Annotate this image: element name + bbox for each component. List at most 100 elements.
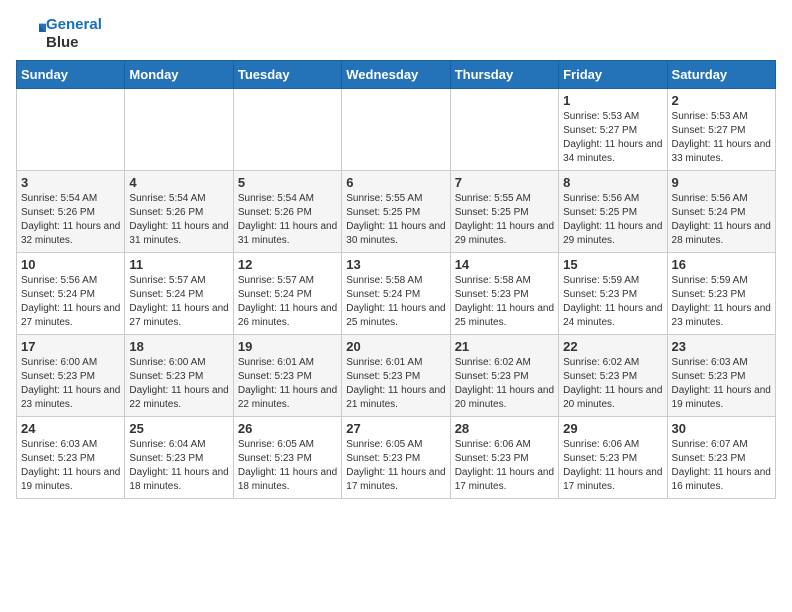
day-cell: 30 Sunrise: 6:07 AM Sunset: 5:23 PM Dayli…: [667, 417, 775, 499]
logo: GeneralBlue: [16, 16, 102, 52]
day-info: Sunrise: 5:54 AM Sunset: 5:26 PM Dayligh…: [238, 192, 337, 248]
header-thursday: Thursday: [450, 61, 558, 89]
day-info: Sunrise: 6:01 AM Sunset: 5:23 PM Dayligh…: [346, 356, 445, 412]
day-number: 30: [672, 421, 771, 436]
week-row-0: 1 Sunrise: 5:53 AM Sunset: 5:27 PM Daylig…: [17, 89, 776, 171]
day-cell: 14 Sunrise: 5:58 AM Sunset: 5:23 PM Dayli…: [450, 253, 558, 335]
day-cell: [17, 89, 125, 171]
day-cell: 24Sunrise: 6:03 AM Sunset: 5:23 PM Dayli…: [17, 417, 125, 499]
day-number: 26: [238, 421, 337, 436]
day-cell: 1Sunrise: 5:53 AM Sunset: 5:27 PM Daylig…: [559, 89, 667, 171]
header-saturday: Saturday: [667, 61, 775, 89]
day-number: 28: [455, 421, 554, 436]
day-number: 20: [346, 339, 445, 354]
week-row-4: 24Sunrise: 6:03 AM Sunset: 5:23 PM Dayli…: [17, 417, 776, 499]
day-number: 2: [672, 93, 771, 108]
day-info: Sunrise: 5:54 AM Sunset: 5:26 PM Dayligh…: [21, 192, 120, 248]
day-cell: 10 Sunrise: 5:56 AM Sunset: 5:24 PM Dayli…: [17, 253, 125, 335]
week-row-2: 10 Sunrise: 5:56 AM Sunset: 5:24 PM Dayli…: [17, 253, 776, 335]
day-cell: 9 Sunrise: 5:56 AM Sunset: 5:24 PM Daylig…: [667, 171, 775, 253]
day-number: 1: [563, 93, 662, 108]
header-sunday: Sunday: [17, 61, 125, 89]
day-cell: 7 Sunrise: 5:55 AM Sunset: 5:25 PM Daylig…: [450, 171, 558, 253]
day-number: 8: [563, 175, 662, 190]
day-info: Sunrise: 5:53 AM Sunset: 5:27 PM Dayligh…: [672, 110, 771, 166]
day-cell: [342, 89, 450, 171]
day-info: Sunrise: 5:58 AM Sunset: 5:23 PM Dayligh…: [455, 274, 554, 330]
day-info: Sunrise: 6:05 AM Sunset: 5:23 PM Dayligh…: [238, 438, 337, 494]
day-number: 17: [21, 339, 120, 354]
day-cell: 28 Sunrise: 6:06 AM Sunset: 5:23 PM Dayli…: [450, 417, 558, 499]
day-cell: 27Sunrise: 6:05 AM Sunset: 5:23 PM Dayli…: [342, 417, 450, 499]
day-number: 19: [238, 339, 337, 354]
day-info: Sunrise: 5:56 AM Sunset: 5:24 PM Dayligh…: [21, 274, 120, 330]
day-cell: 20 Sunrise: 6:01 AM Sunset: 5:23 PM Dayli…: [342, 335, 450, 417]
day-info: Sunrise: 6:06 AM Sunset: 5:23 PM Dayligh…: [455, 438, 554, 494]
day-info: Sunrise: 6:06 AM Sunset: 5:23 PM Dayligh…: [563, 438, 662, 494]
day-cell: 18 Sunrise: 6:00 AM Sunset: 5:23 PM Dayli…: [125, 335, 233, 417]
day-info: Sunrise: 5:55 AM Sunset: 5:25 PM Dayligh…: [455, 192, 554, 248]
logo-text: GeneralBlue: [46, 16, 102, 52]
day-info: Sunrise: 5:59 AM Sunset: 5:23 PM Dayligh…: [672, 274, 771, 330]
day-cell: 22Sunrise: 6:02 AM Sunset: 5:23 PM Dayli…: [559, 335, 667, 417]
day-number: 24: [21, 421, 120, 436]
day-cell: 19 Sunrise: 6:01 AM Sunset: 5:23 PM Dayli…: [233, 335, 341, 417]
day-cell: 17 Sunrise: 6:00 AM Sunset: 5:23 PM Dayli…: [17, 335, 125, 417]
day-number: 23: [672, 339, 771, 354]
day-number: 9: [672, 175, 771, 190]
day-cell: 6 Sunrise: 5:55 AM Sunset: 5:25 PM Daylig…: [342, 171, 450, 253]
logo-icon: [18, 18, 46, 46]
day-number: 7: [455, 175, 554, 190]
day-number: 29: [563, 421, 662, 436]
day-info: Sunrise: 6:04 AM Sunset: 5:23 PM Dayligh…: [129, 438, 228, 494]
day-cell: 5 Sunrise: 5:54 AM Sunset: 5:26 PM Daylig…: [233, 171, 341, 253]
header-tuesday: Tuesday: [233, 61, 341, 89]
day-info: Sunrise: 6:00 AM Sunset: 5:23 PM Dayligh…: [129, 356, 228, 412]
day-info: Sunrise: 6:00 AM Sunset: 5:23 PM Dayligh…: [21, 356, 120, 412]
day-info: Sunrise: 5:56 AM Sunset: 5:25 PM Dayligh…: [563, 192, 662, 248]
day-info: Sunrise: 5:59 AM Sunset: 5:23 PM Dayligh…: [563, 274, 662, 330]
day-info: Sunrise: 5:54 AM Sunset: 5:26 PM Dayligh…: [129, 192, 228, 248]
day-info: Sunrise: 5:55 AM Sunset: 5:25 PM Dayligh…: [346, 192, 445, 248]
calendar-table: SundayMondayTuesdayWednesdayThursdayFrid…: [16, 60, 776, 499]
day-cell: 8 Sunrise: 5:56 AM Sunset: 5:25 PM Daylig…: [559, 171, 667, 253]
day-cell: 25 Sunrise: 6:04 AM Sunset: 5:23 PM Dayli…: [125, 417, 233, 499]
header-wednesday: Wednesday: [342, 61, 450, 89]
day-cell: 2 Sunrise: 5:53 AM Sunset: 5:27 PM Daylig…: [667, 89, 775, 171]
day-info: Sunrise: 6:01 AM Sunset: 5:23 PM Dayligh…: [238, 356, 337, 412]
day-cell: 15Sunrise: 5:59 AM Sunset: 5:23 PM Dayli…: [559, 253, 667, 335]
calendar-body: 1 Sunrise: 5:53 AM Sunset: 5:27 PM Daylig…: [17, 89, 776, 499]
day-info: Sunrise: 6:02 AM Sunset: 5:23 PM Dayligh…: [563, 356, 662, 412]
day-cell: [233, 89, 341, 171]
day-number: 5: [238, 175, 337, 190]
page-header: GeneralBlue: [16, 16, 776, 52]
header-friday: Friday: [559, 61, 667, 89]
day-number: 16: [672, 257, 771, 272]
day-cell: 29 Sunrise: 6:06 AM Sunset: 5:23 PM Dayli…: [559, 417, 667, 499]
day-cell: [450, 89, 558, 171]
day-cell: 23 Sunrise: 6:03 AM Sunset: 5:23 PM Dayli…: [667, 335, 775, 417]
day-info: Sunrise: 5:58 AM Sunset: 5:24 PM Dayligh…: [346, 274, 445, 330]
day-info: Sunrise: 5:56 AM Sunset: 5:24 PM Dayligh…: [672, 192, 771, 248]
day-info: Sunrise: 6:05 AM Sunset: 5:23 PM Dayligh…: [346, 438, 445, 494]
day-cell: 16 Sunrise: 5:59 AM Sunset: 5:23 PM Dayli…: [667, 253, 775, 335]
day-number: 11: [129, 257, 228, 272]
calendar-header: SundayMondayTuesdayWednesdayThursdayFrid…: [17, 61, 776, 89]
day-number: 21: [455, 339, 554, 354]
day-number: 6: [346, 175, 445, 190]
day-info: Sunrise: 6:03 AM Sunset: 5:23 PM Dayligh…: [672, 356, 771, 412]
day-number: 10: [21, 257, 120, 272]
day-cell: 13 Sunrise: 5:58 AM Sunset: 5:24 PM Dayli…: [342, 253, 450, 335]
day-number: 3: [21, 175, 120, 190]
day-number: 18: [129, 339, 228, 354]
day-number: 14: [455, 257, 554, 272]
day-cell: 11Sunrise: 5:57 AM Sunset: 5:24 PM Dayli…: [125, 253, 233, 335]
day-number: 4: [129, 175, 228, 190]
day-info: Sunrise: 6:02 AM Sunset: 5:23 PM Dayligh…: [455, 356, 554, 412]
day-info: Sunrise: 6:07 AM Sunset: 5:23 PM Dayligh…: [672, 438, 771, 494]
header-monday: Monday: [125, 61, 233, 89]
day-cell: 26 Sunrise: 6:05 AM Sunset: 5:23 PM Dayli…: [233, 417, 341, 499]
day-info: Sunrise: 5:57 AM Sunset: 5:24 PM Dayligh…: [238, 274, 337, 330]
day-number: 13: [346, 257, 445, 272]
day-number: 25: [129, 421, 228, 436]
